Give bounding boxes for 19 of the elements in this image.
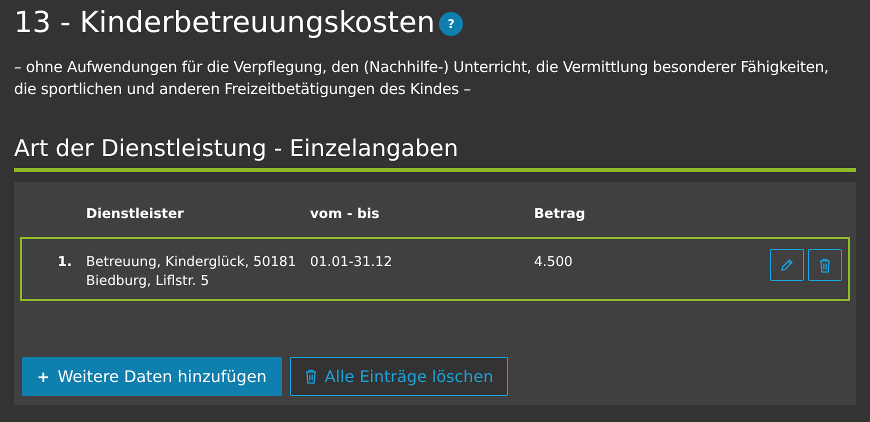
table-row[interactable]: 1. Betreuung, Kinderglück, 50181 Biedburg, Liflstr. 5 01.01-31.12 4.500 (20, 237, 850, 301)
trash-icon (819, 258, 831, 272)
help-button[interactable]: ? (439, 12, 464, 36)
table-cell-text: 01.01-31.12 (310, 253, 394, 272)
trash-icon (304, 369, 317, 384)
column-header: Betrag (534, 206, 586, 222)
section-title: Art der Dienstleistung - Einzelangaben (14, 134, 856, 172)
table-cell-text: Betreuung, Kinderglück, 50181 Biedburg, Liflstr. 5 (86, 253, 298, 291)
column-header: Dienstleister (86, 206, 185, 222)
pencil-icon (780, 258, 794, 272)
table-cell-text: 4.500 (534, 253, 574, 272)
row-number: 1. (56, 253, 73, 272)
page-title: 13 - Kinderbetreuungskosten (14, 4, 436, 40)
description: – ohne Aufwendungen für die Verpflegung, den (Nachhilfe-) Unterricht, die Vermittlung besonderer Fähigkeiten, die sportlichen und anderen Freizeitbetätigungen des Kindes – (14, 57, 830, 100)
add-button[interactable]: + Weitere Daten hinzufügen (22, 357, 282, 396)
edit-button[interactable] (770, 249, 804, 281)
delete-button[interactable] (808, 249, 842, 281)
delete-all-button[interactable]: Alle Einträge löschen (290, 357, 508, 396)
column-header: vom - bis (310, 206, 380, 222)
